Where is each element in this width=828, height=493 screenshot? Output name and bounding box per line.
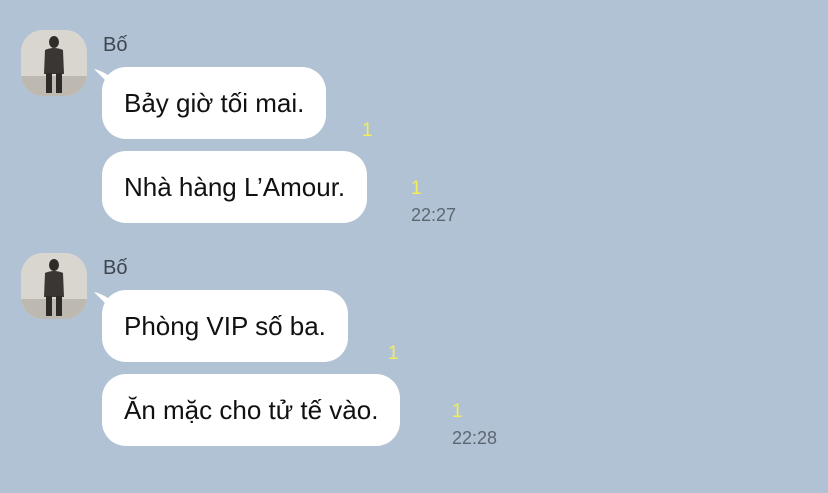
message-text: Ăn mặc cho tử tế vào. — [124, 395, 379, 425]
read-count: 1 — [411, 178, 422, 199]
sender-avatar[interactable] — [21, 253, 87, 319]
sender-avatar[interactable] — [21, 30, 87, 96]
sender-name: Bố — [103, 257, 128, 279]
message-time: 22:28 — [452, 428, 498, 448]
person-photo-icon — [21, 253, 87, 319]
read-count: 1 — [452, 401, 463, 422]
message-bubble[interactable]: Nhà hàng L’Amour. — [102, 151, 368, 223]
read-count: 1 — [388, 343, 399, 364]
sender-name: Bố — [103, 34, 128, 56]
message-text: Nhà hàng L’Amour. — [124, 172, 346, 202]
person-photo-icon — [21, 30, 87, 96]
message-text: Phòng VIP số ba. — [124, 311, 326, 341]
message-bubble[interactable]: Bảy giờ tối mai. — [102, 67, 327, 139]
message-time: 22:27 — [411, 205, 457, 225]
read-count: 1 — [362, 120, 373, 141]
message-text: Bảy giờ tối mai. — [124, 88, 305, 118]
message-bubble[interactable]: Phòng VIP số ba. — [102, 290, 348, 362]
message-bubble[interactable]: Ăn mặc cho tử tế vào. — [102, 374, 401, 446]
